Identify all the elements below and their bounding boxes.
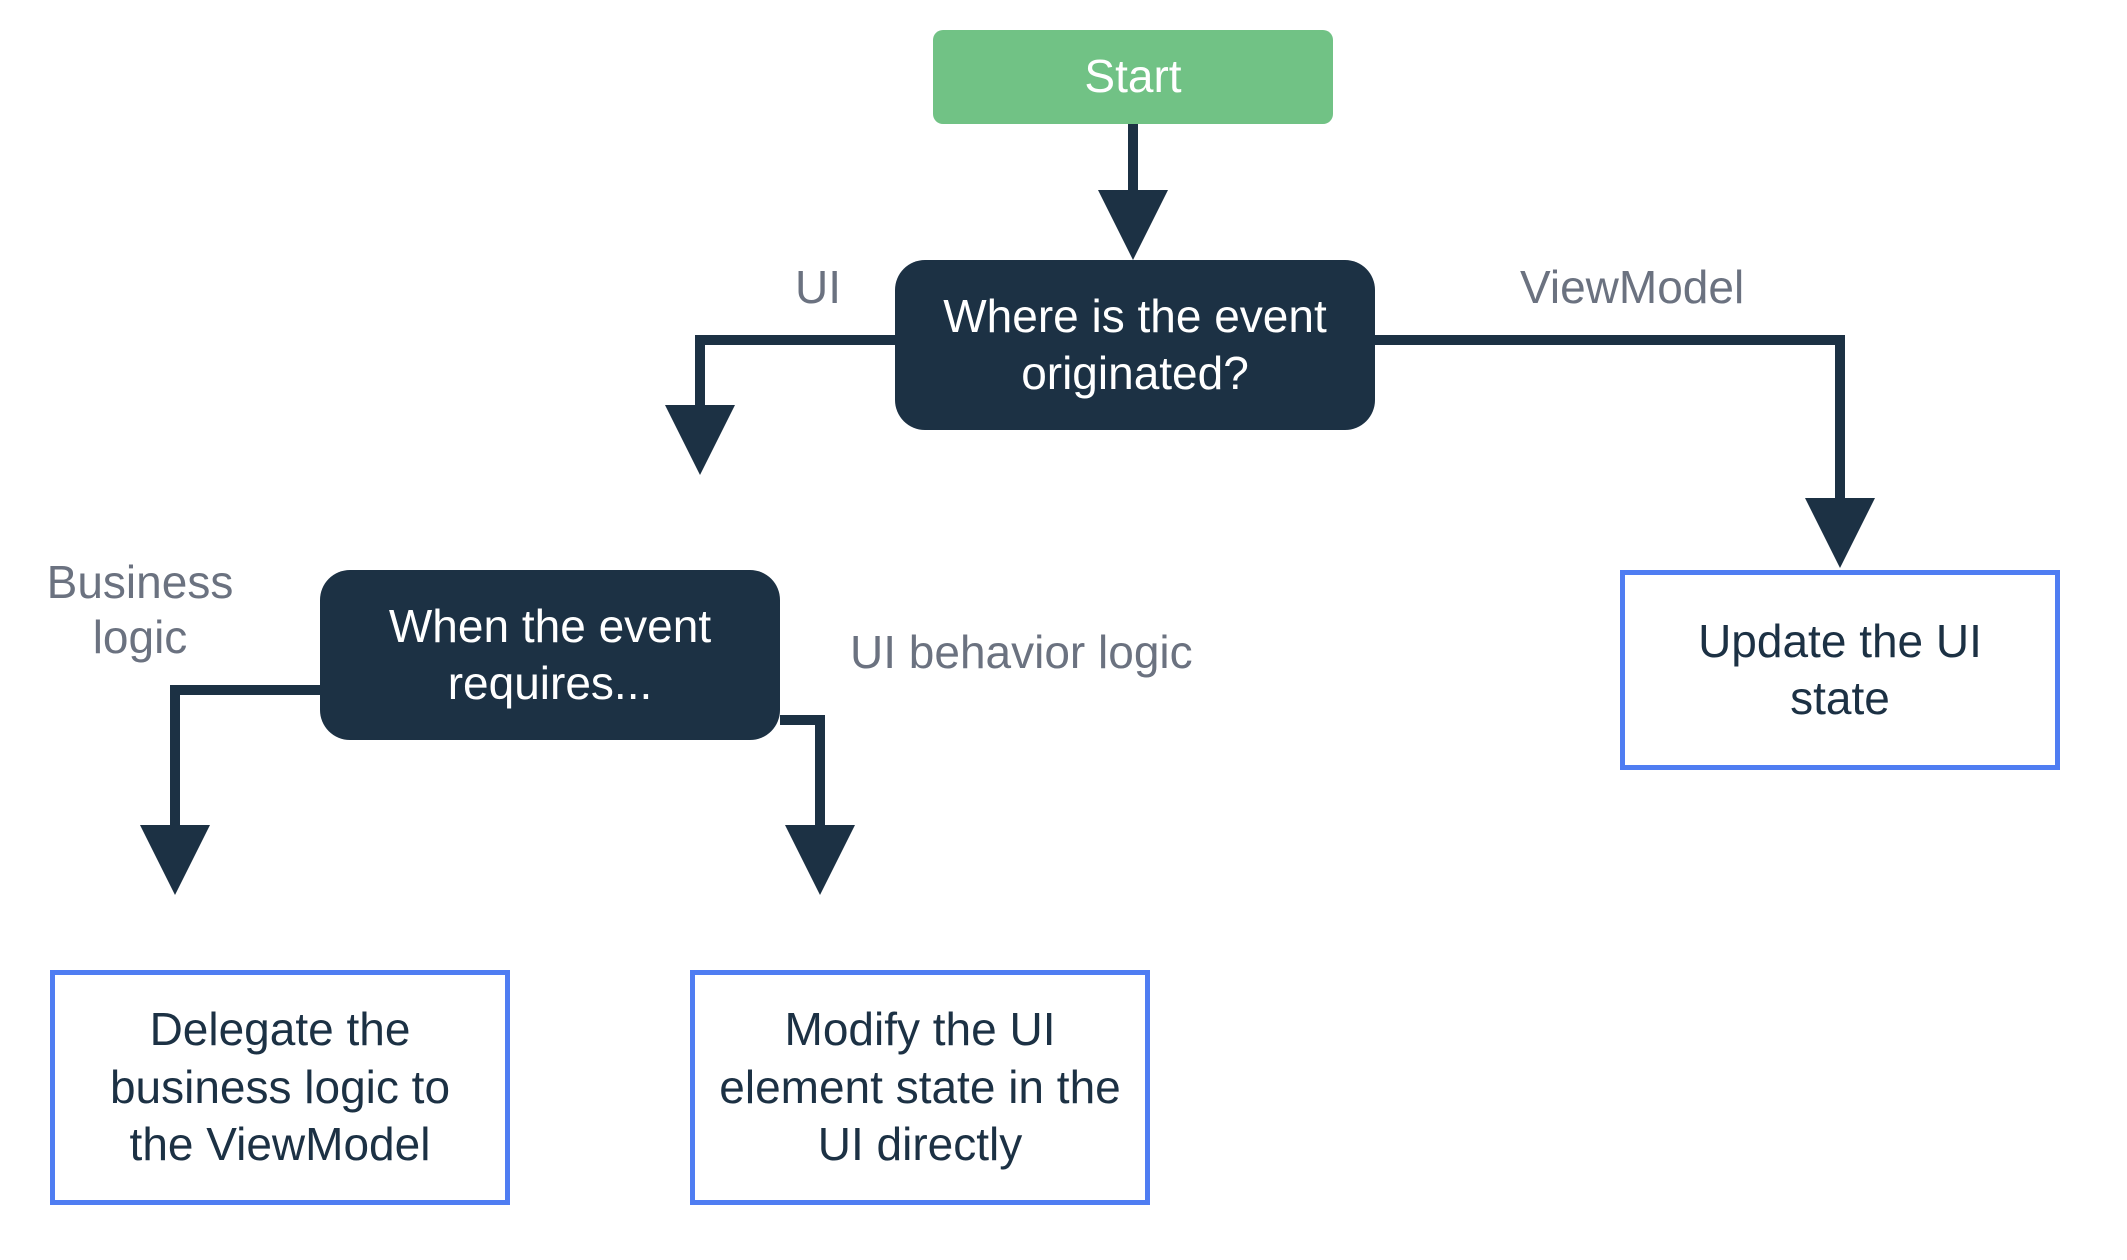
edge-label-viewmodel: ViewModel <box>1520 260 1744 314</box>
edge-label-business-logic: Business logic <box>30 555 250 665</box>
terminal-update-ui-state: Update the UI state <box>1620 570 2060 770</box>
arrow-decision1-viewmodel-branch <box>1375 340 1840 548</box>
edge-label-ui-behavior-logic: UI behavior logic <box>850 625 1193 679</box>
arrow-decision1-ui-branch <box>700 340 895 455</box>
decision-event-requires: When the event requires... <box>320 570 780 740</box>
arrow-decision2-business-logic-branch <box>175 690 320 875</box>
edge-label-business-logic-text: Business logic <box>30 555 250 665</box>
arrow-decision2-ui-behavior-branch <box>780 720 820 875</box>
terminal-modify-ui-state: Modify the UI element state in the UI di… <box>690 970 1150 1205</box>
flowchart-canvas: Start Where is the event originated? Whe… <box>0 0 2127 1260</box>
decision-event-origin: Where is the event originated? <box>895 260 1375 430</box>
terminal-delegate-business-logic: Delegate the business logic to the ViewM… <box>50 970 510 1205</box>
start-node: Start <box>933 30 1333 124</box>
edge-label-ui: UI <box>795 260 841 314</box>
